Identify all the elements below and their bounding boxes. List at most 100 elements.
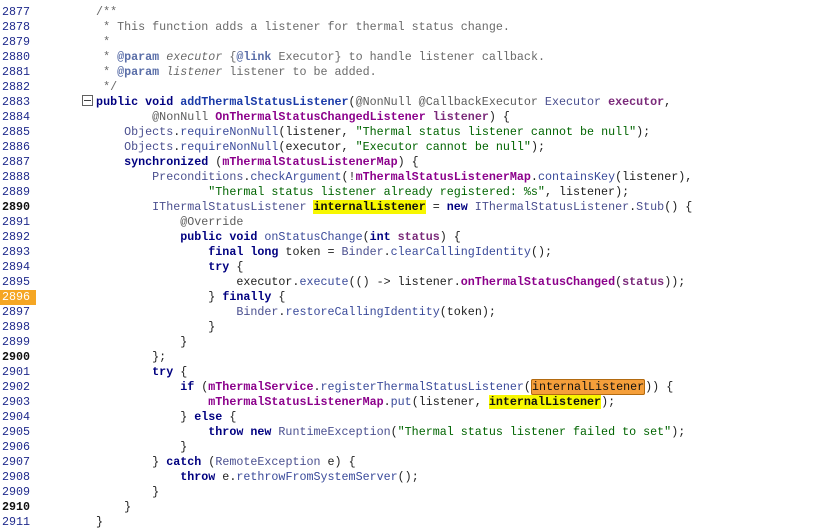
code-token: . xyxy=(313,380,321,394)
code-line[interactable]: IThermalStatusListener internalListener … xyxy=(68,200,692,215)
code-line[interactable]: * @param executor {@link Executor} to ha… xyxy=(68,50,545,65)
line-number: 2879 xyxy=(2,35,31,49)
code-line[interactable]: } catch (RemoteException e) { xyxy=(68,455,356,470)
code-line[interactable]: */ xyxy=(68,80,117,95)
line-number: 2886 xyxy=(2,140,31,154)
code-token: "Thermal status listener failed to set" xyxy=(397,425,672,439)
code-line[interactable]: }; xyxy=(68,350,166,365)
code-token: } xyxy=(68,440,188,454)
code-token: Executor xyxy=(537,95,609,109)
code-line[interactable]: if (mThermalService.registerThermalStatu… xyxy=(68,379,674,395)
code-line[interactable]: synchronized (mThermalStatusListenerMap)… xyxy=(68,155,419,170)
code-line[interactable]: "Thermal status listener already registe… xyxy=(68,185,629,200)
code-token: ); xyxy=(636,125,651,139)
code-token: IThermalStatusListener xyxy=(467,200,630,214)
fold-margin xyxy=(36,0,93,532)
code-token: = xyxy=(425,200,447,214)
code-token: throw new xyxy=(68,425,272,439)
code-line[interactable]: final long token = Binder.clearCallingId… xyxy=(68,245,552,260)
code-line[interactable]: * @param listener listener to be added. xyxy=(68,65,377,80)
line-number: 2887 xyxy=(2,155,31,169)
code-line[interactable]: throw new RuntimeException("Thermal stat… xyxy=(68,425,685,440)
code-token: (() -> listener. xyxy=(348,275,461,289)
code-token: @param xyxy=(117,65,160,79)
code-token: executor xyxy=(608,95,665,109)
code-token: (listener), xyxy=(615,170,693,184)
code-token: } xyxy=(68,410,195,424)
code-line[interactable]: Binder.restoreCallingIdentity(token); xyxy=(68,305,496,320)
code-line[interactable]: executor.execute(() -> listener.onTherma… xyxy=(68,275,685,290)
code-token: "Thermal status listener already registe… xyxy=(68,185,545,199)
code-token: @link xyxy=(236,50,272,64)
code-token: listener xyxy=(166,65,223,79)
code-editor[interactable]: 2877 2878 2879 2880 2881 2882 2883 2884 2885 2886… xyxy=(0,0,824,532)
code-token: )) { xyxy=(645,380,674,394)
code-line[interactable]: } xyxy=(68,485,159,500)
line-number: 2911 xyxy=(2,515,31,529)
code-token: listener to be added. xyxy=(222,65,377,79)
code-token: } xyxy=(68,455,167,469)
code-line[interactable]: try { xyxy=(68,365,187,380)
highlighted-identifier: internalListener xyxy=(313,200,426,214)
code-token: status xyxy=(622,275,665,289)
code-token: mThermalStatusListenerMap xyxy=(222,155,398,169)
code-token: { xyxy=(222,410,237,424)
code-token: mThermalService xyxy=(208,380,314,394)
code-line[interactable]: throw e.rethrowFromSystemServer(); xyxy=(68,470,419,485)
code-token: } xyxy=(68,335,188,349)
code-token: ( xyxy=(194,380,209,394)
code-token: @Override xyxy=(68,215,244,229)
code-token: * xyxy=(68,65,118,79)
code-token: , listener); xyxy=(544,185,630,199)
line-number: 2881 xyxy=(2,65,31,79)
line-number: 2902 xyxy=(2,380,31,394)
code-line[interactable]: /** xyxy=(68,5,117,20)
code-token: catch xyxy=(166,455,202,469)
code-line[interactable]: public void addThermalStatusListener(@No… xyxy=(68,95,671,110)
code-line[interactable]: try { xyxy=(68,260,243,275)
code-area[interactable]: /** * This function adds a listener for … xyxy=(68,0,824,532)
line-number: 2903 xyxy=(2,395,31,409)
code-token: "Executor cannot be null" xyxy=(355,140,531,154)
code-token: ); xyxy=(671,425,686,439)
code-line[interactable]: * xyxy=(68,35,110,50)
code-token: listener xyxy=(432,110,489,124)
code-line[interactable]: } finally { xyxy=(68,290,285,305)
line-number: 2889 xyxy=(2,185,31,199)
line-number: 2883 xyxy=(2,95,31,109)
code-token: } xyxy=(68,290,223,304)
code-line[interactable]: mThermalStatusListenerMap.put(listener, … xyxy=(68,395,615,410)
code-token: new xyxy=(446,200,468,214)
code-line[interactable]: Objects.requireNonNull(executor, "Execut… xyxy=(68,140,545,155)
code-token: rethrowFromSystemServer xyxy=(236,470,398,484)
code-line[interactable]: Objects.requireNonNull(listener, "Therma… xyxy=(68,125,650,140)
line-number: 2908 xyxy=(2,470,31,484)
code-line[interactable]: @Override xyxy=(68,215,243,230)
code-token: IThermalStatusListener xyxy=(68,200,314,214)
code-token: @param xyxy=(117,50,160,64)
code-token: /** xyxy=(68,5,118,19)
code-line[interactable]: Preconditions. checkArgument(!mThermalSta… xyxy=(68,170,692,185)
code-token: */ xyxy=(68,80,118,94)
code-token: (listener, xyxy=(411,395,489,409)
code-token: (); xyxy=(397,470,419,484)
code-token: RuntimeException xyxy=(278,425,391,439)
line-number: 2897 xyxy=(2,305,31,319)
code-token: Objects xyxy=(68,140,174,154)
line-number: 2880 xyxy=(2,50,31,64)
code-token: { xyxy=(271,290,286,304)
code-line[interactable]: } xyxy=(68,500,131,515)
code-line[interactable]: } xyxy=(68,320,215,335)
code-line[interactable]: public void onStatusChange(int status) { xyxy=(68,230,461,245)
code-line[interactable]: } xyxy=(68,440,187,455)
code-line[interactable]: } xyxy=(68,515,103,530)
line-number: 2892 xyxy=(2,230,31,244)
line-number: 2878 xyxy=(2,20,31,34)
code-line[interactable]: } else { xyxy=(68,410,236,425)
line-number: 2899 xyxy=(2,335,31,349)
code-line[interactable]: @NonNull OnThermalStatusChangedListener … xyxy=(68,110,510,125)
code-line[interactable]: * This function adds a listener for ther… xyxy=(68,20,510,35)
code-line[interactable]: } xyxy=(68,335,187,350)
code-token: e) { xyxy=(320,455,356,469)
code-token: ( xyxy=(208,155,223,169)
